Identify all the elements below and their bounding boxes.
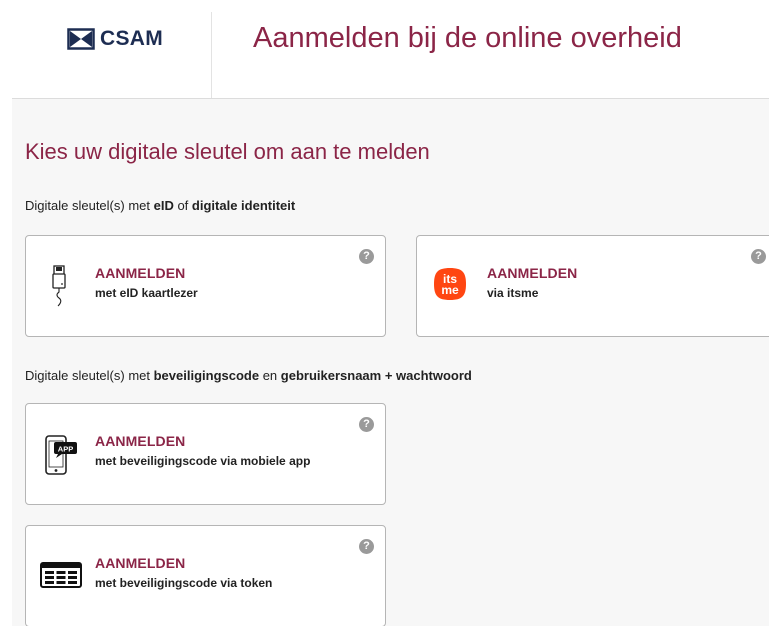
eid-card-reader-icon — [50, 264, 72, 308]
card-subtitle: met beveiligingscode via mobiele app — [95, 454, 311, 468]
page-header: CSAM Aanmelden bij de online overheid — [0, 0, 769, 98]
login-card-token[interactable]: AANMELDEN met beveiligingscode via token… — [25, 525, 386, 626]
csam-logo-icon — [67, 28, 95, 50]
logo-text: CSAM — [100, 27, 164, 50]
section-label-bold: gebruikersnaam + wachtwoord — [280, 368, 472, 383]
card-subtitle: met eID kaartlezer — [95, 286, 198, 300]
section-label-bold: beveiligingscode — [153, 368, 260, 383]
itsme-logo-text: me — [441, 283, 459, 297]
help-icon[interactable]: ? — [751, 249, 766, 264]
help-icon[interactable]: ? — [359, 417, 374, 432]
section-label-eid: Digitale sleutel(s) met eID of digitale … — [25, 198, 295, 213]
section-label-bold: digitale identiteit — [191, 198, 296, 213]
page-title: Kies uw digitale sleutel om aan te melde… — [25, 139, 430, 164]
card-heading: AANMELDEN — [95, 433, 186, 449]
itsme-logo-icon: its me — [433, 267, 467, 301]
section-label-text: Digitale sleutel(s) met — [25, 368, 154, 383]
help-icon[interactable]: ? — [359, 249, 374, 264]
section-label-text: en — [259, 368, 281, 383]
header-divider — [211, 12, 212, 98]
card-subtitle: via itsme — [487, 286, 539, 300]
token-icon — [40, 562, 82, 590]
section-label-bold: eID — [153, 198, 174, 213]
section-label-text: of — [173, 198, 192, 213]
section-label-text: Digitale sleutel(s) met — [25, 198, 154, 213]
login-card-itsme[interactable]: its me AANMELDEN via itsme ? — [416, 235, 769, 337]
login-card-eid[interactable]: AANMELDEN met eID kaartlezer ? — [25, 235, 386, 337]
card-heading: AANMELDEN — [95, 555, 186, 571]
help-icon[interactable]: ? — [359, 539, 374, 554]
header-title: Aanmelden bij de online overheid — [253, 22, 682, 54]
section-label-code: Digitale sleutel(s) met beveiligingscode… — [25, 368, 472, 383]
card-heading: AANMELDEN — [487, 265, 578, 281]
csam-logo[interactable]: CSAM — [67, 27, 163, 51]
app-bubble-text: APP — [58, 445, 73, 454]
login-card-mobile-app[interactable]: APP AANMELDEN met beveiligingscode via m… — [25, 403, 386, 505]
card-subtitle: met beveiligingscode via token — [95, 576, 273, 590]
card-heading: AANMELDEN — [95, 265, 186, 281]
mobile-app-icon: APP — [43, 433, 79, 477]
